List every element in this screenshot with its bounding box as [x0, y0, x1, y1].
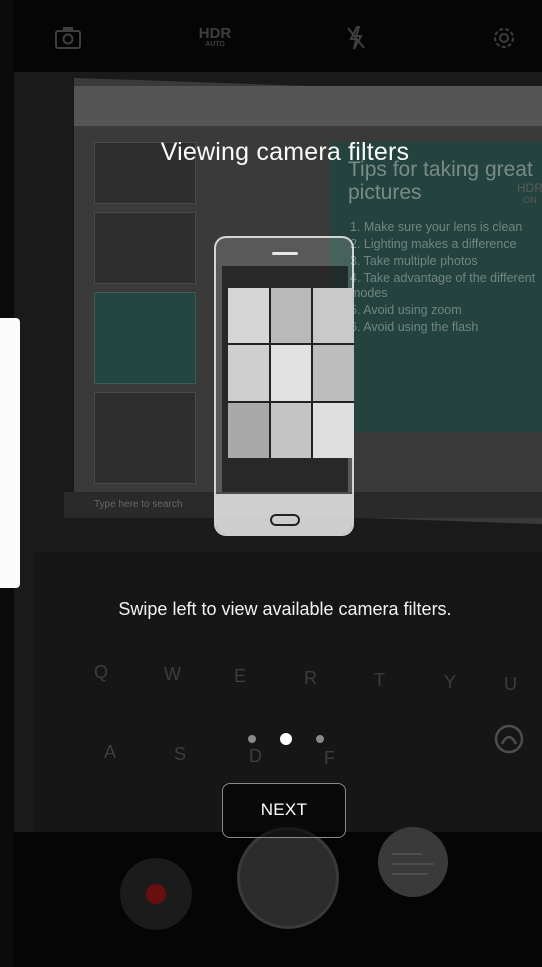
keyboard-key: E [234, 666, 247, 686]
gallery-thumb-line [392, 863, 434, 865]
phone-home-button [270, 514, 300, 526]
keyboard-key: Q [94, 662, 109, 682]
bixby-vision-icon[interactable] [492, 722, 526, 756]
gallery-thumb-line [392, 853, 422, 855]
gallery-thumb-line [392, 873, 428, 875]
taskbar-search-text: Type here to search [94, 499, 183, 510]
filter-grid [228, 288, 354, 458]
bixby-vision-glyph [494, 724, 524, 754]
filter-preview-cell [313, 288, 354, 344]
edge-panel-handle[interactable] [0, 318, 20, 588]
settings-glyph [494, 28, 514, 48]
keyboard-key: D [249, 746, 262, 766]
filter-preview-cell [228, 345, 269, 401]
record-video-button[interactable] [120, 858, 192, 930]
tutorial-description: Swipe left to view available camera filt… [118, 599, 452, 619]
pager-dot [316, 735, 324, 743]
slide-list-item: 2. Lighting makes a difference [350, 237, 517, 251]
keyboard-key: T [374, 670, 385, 690]
camera-top-bar: HDR AUTO [14, 0, 542, 72]
hdr-overlay-state: ON [523, 195, 537, 205]
keyboard-key: F [324, 748, 335, 768]
keyboard-key: W [164, 664, 181, 684]
settings-icon[interactable] [488, 22, 520, 54]
switch-camera-icon[interactable] [52, 22, 84, 54]
tutorial-pager [248, 733, 324, 745]
pager-dot [248, 735, 256, 743]
phone-speaker [272, 252, 298, 255]
next-button[interactable]: NEXT [222, 783, 346, 838]
flash-off-glyph [347, 26, 365, 50]
filter-preview-cell [270, 288, 312, 344]
hdr-overlay-label: HDR [517, 181, 542, 195]
keyboard-key: Y [444, 672, 457, 692]
keyboard-key: U [504, 674, 517, 694]
slide-list-item: 4. Take advantage of the different modes [350, 271, 536, 300]
flash-off-icon[interactable] [340, 22, 372, 54]
camera-screen: Tips for taking great pictures 1. Make s… [0, 0, 542, 967]
pager-dot-active [280, 733, 292, 745]
slide-thumbnail [94, 292, 196, 384]
keyboard-key: A [104, 742, 117, 762]
phone-illustration [214, 236, 354, 536]
filter-preview-cell [270, 345, 312, 401]
hdr-status-overlay: HDR ON [510, 182, 542, 206]
tutorial-title: Viewing camera filters [160, 138, 410, 166]
hdr-icon[interactable]: HDR AUTO [195, 22, 235, 54]
keyboard-key: S [174, 744, 187, 764]
record-dot [146, 884, 166, 904]
slide-thumbnail [94, 392, 196, 484]
hdr-mode-label: AUTO [205, 41, 225, 48]
switch-camera-glyph [55, 27, 81, 49]
gallery-thumbnail[interactable] [378, 827, 448, 897]
slide-list: 1. Make sure your lens is clean 2. Light… [350, 220, 540, 337]
slide-list-item: 6. Avoid using the flash [350, 320, 479, 334]
slide-list-item: 1. Make sure your lens is clean [350, 220, 523, 234]
slide-list-item: 3. Take multiple photos [350, 254, 478, 268]
keyboard-key: R [304, 668, 317, 688]
filter-preview-cell [228, 402, 269, 458]
shutter-button[interactable] [237, 827, 339, 929]
phone-screen [222, 266, 354, 492]
filter-preview-cell [270, 402, 312, 458]
filter-preview-cell [313, 345, 354, 401]
slide-thumbnail [94, 212, 196, 284]
laptop-toolbar-background [74, 86, 542, 126]
slide-list-item: 5. Avoid using zoom [350, 303, 462, 317]
filter-preview-cell [228, 288, 269, 344]
filter-preview-cell [313, 402, 354, 458]
hdr-label: HDR [198, 25, 232, 42]
